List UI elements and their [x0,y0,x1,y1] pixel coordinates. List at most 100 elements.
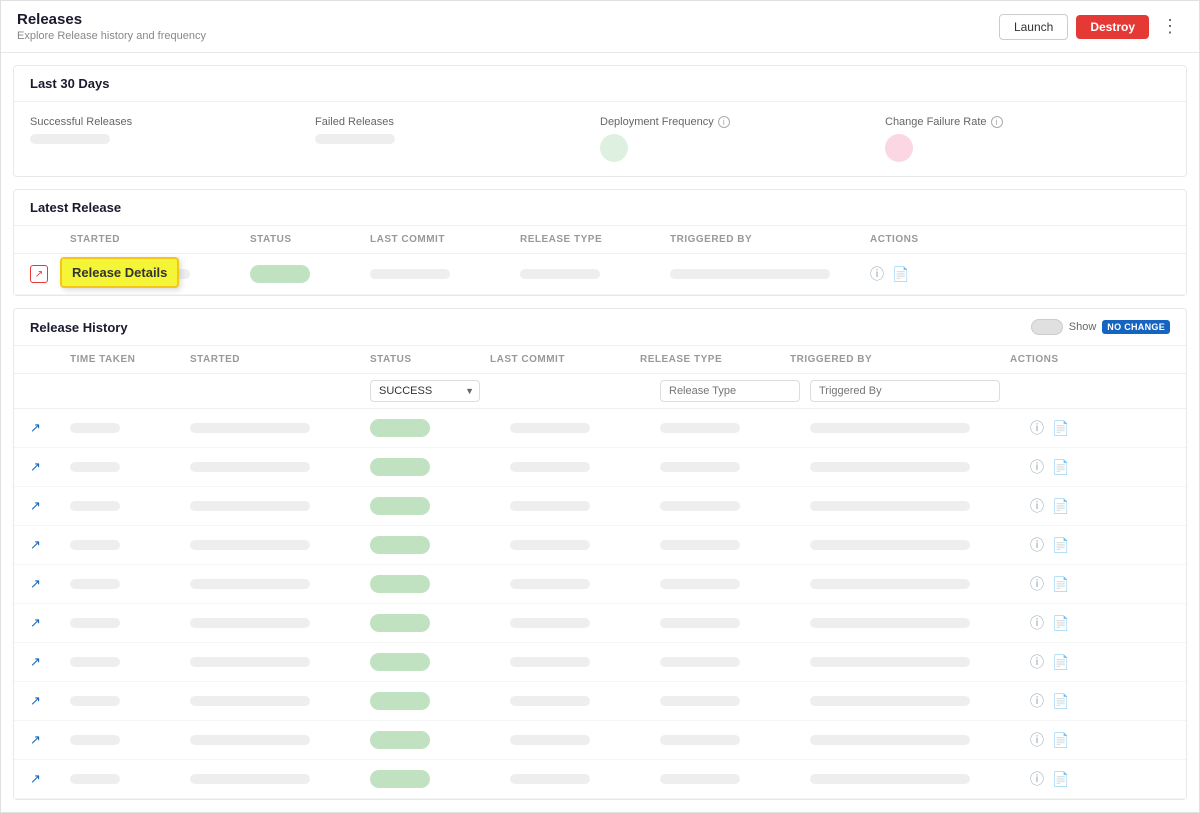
release-detail-link-icon[interactable]: ↗ [30,265,48,283]
filter-release-type-cell [660,380,810,402]
hcol-release-type: RELEASE TYPE [640,354,790,365]
row-history-icon[interactable]: ⓘ [1030,457,1044,477]
row-status [370,614,510,632]
stat-failed-releases: Failed Releases [315,116,600,162]
history-table-row: ↗ ⓘ 📄 [14,604,1186,643]
stat-change-failure-rate: Change Failure Rate i [885,116,1170,162]
row-history-icon[interactable]: ⓘ [1030,535,1044,555]
row-history-icon[interactable]: ⓘ [1030,769,1044,789]
row-detail-icon[interactable]: ↗ [30,654,41,669]
row-release-type [660,423,810,433]
release-history-section: Release History Show NO CHANGE TIME TAKE… [13,308,1187,800]
row-started [190,657,370,667]
latest-release-title: Latest Release [30,200,121,215]
row-log-icon[interactable]: 📄 [1052,732,1069,749]
history-table-row: ↗ ⓘ 📄 [14,448,1186,487]
row-detail-icon[interactable]: ↗ [30,498,41,513]
filter-triggered-by-cell [810,380,1030,402]
row-log-icon[interactable]: 📄 [1052,459,1069,476]
row-detail-icon[interactable]: ↗ [30,771,41,786]
hcol-time-taken: TIME TAKEN [70,354,190,365]
row-last-commit [510,774,660,784]
row-history-icon[interactable]: ⓘ [1030,574,1044,594]
status-filter-select[interactable]: SUCCESS FAILED ALL [370,380,480,402]
row-actions: ⓘ 📄 [1030,652,1170,672]
row-log-icon[interactable]: 📄 [1052,693,1069,710]
row-actions: ⓘ 📄 [1030,496,1170,516]
row-log-icon[interactable]: 📄 [1052,771,1069,788]
more-options-button[interactable]: ⋮ [1157,14,1183,39]
row-last-commit [510,501,660,511]
latest-release-section: Latest Release STARTED STATUS LAST COMMI… [13,189,1187,296]
row-detail-icon[interactable]: ↗ [30,537,41,552]
row-detail-icon[interactable]: ↗ [30,576,41,591]
launch-button[interactable]: Launch [999,14,1068,40]
latest-log-icon[interactable]: 📄 [892,266,909,283]
row-status [370,731,510,749]
no-change-badge: NO CHANGE [1102,320,1170,334]
history-table-row: ↗ ⓘ 📄 [14,526,1186,565]
row-release-type [660,579,810,589]
row-link-cell: ↗ [30,537,70,553]
row-log-icon[interactable]: 📄 [1052,420,1069,437]
row-last-commit [510,462,660,472]
row-detail-icon[interactable]: ↗ [30,420,41,435]
latest-release-header: Latest Release [14,190,1186,226]
row-log-icon[interactable]: 📄 [1052,654,1069,671]
row-actions: ⓘ 📄 [1030,535,1170,555]
history-column-headers: TIME TAKEN STARTED STATUS LAST COMMIT RE… [14,346,1186,374]
change-failure-info-icon[interactable]: i [991,116,1003,128]
row-started [190,579,370,589]
history-table-row: ↗ ⓘ 📄 [14,760,1186,799]
row-history-icon[interactable]: ⓘ [1030,652,1044,672]
row-history-icon[interactable]: ⓘ [1030,613,1044,633]
latest-history-icon[interactable]: ⓘ [870,264,884,284]
row-history-icon[interactable]: ⓘ [1030,496,1044,516]
latest-release-column-headers: STARTED STATUS LAST COMMIT RELEASE TYPE … [14,226,1186,254]
stat-value-successful [30,134,110,144]
destroy-button[interactable]: Destroy [1076,15,1149,39]
row-history-icon[interactable]: ⓘ [1030,691,1044,711]
row-release-type [660,540,810,550]
deploy-freq-info-icon[interactable]: i [718,116,730,128]
row-triggered-by [810,657,1030,667]
row-log-icon[interactable]: 📄 [1052,576,1069,593]
row-started [190,501,370,511]
row-started [190,423,370,433]
row-triggered-by [810,696,1030,706]
row-action-icons: ⓘ 📄 [1030,769,1170,789]
row-log-icon[interactable]: 📄 [1052,498,1069,515]
row-status [370,419,510,437]
history-table-row: ↗ ⓘ 📄 [14,487,1186,526]
row-release-type [660,462,810,472]
triggered-by-filter-input[interactable] [810,380,1000,402]
release-history-title: Release History [30,320,128,335]
row-actions: ⓘ 📄 [1030,769,1170,789]
row-actions: ⓘ 📄 [1030,457,1170,477]
row-status [370,458,510,476]
no-change-toggle[interactable] [1031,319,1063,335]
row-detail-icon[interactable]: ↗ [30,693,41,708]
change-failure-value [885,134,913,162]
release-details-tooltip: Release Details [60,257,179,288]
row-release-type [660,696,810,706]
hcol-status: STATUS [370,354,490,365]
col-header-triggered-by: TRIGGERED BY [670,234,870,245]
row-time-taken [70,501,190,511]
latest-commit-cell [370,269,520,279]
stat-deployment-frequency: Deployment Frequency i [600,116,885,162]
row-detail-icon[interactable]: ↗ [30,732,41,747]
row-history-icon[interactable]: ⓘ [1030,418,1044,438]
row-time-taken [70,618,190,628]
col-header-icon [30,234,70,245]
filter-status-cell: SUCCESS FAILED ALL ▼ [370,380,510,402]
row-log-icon[interactable]: 📄 [1052,537,1069,554]
row-detail-icon[interactable]: ↗ [30,615,41,630]
row-detail-icon[interactable]: ↗ [30,459,41,474]
row-log-icon[interactable]: 📄 [1052,615,1069,632]
row-actions: ⓘ 📄 [1030,691,1170,711]
show-label: Show [1069,321,1097,333]
release-type-filter-input[interactable] [660,380,800,402]
filter-row: SUCCESS FAILED ALL ▼ [14,374,1186,409]
row-history-icon[interactable]: ⓘ [1030,730,1044,750]
